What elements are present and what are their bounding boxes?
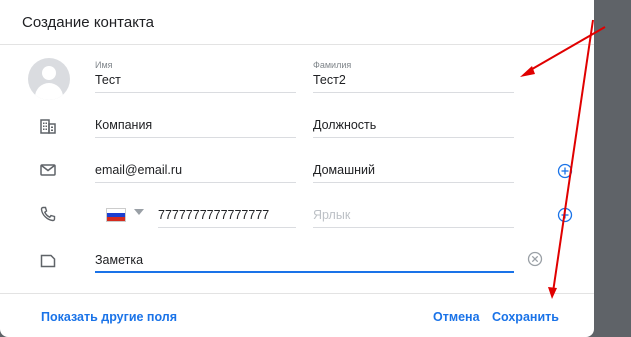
email-field[interactable]: email@email.ru — [95, 157, 296, 183]
phone-value[interactable]: 7777777777777777 — [158, 208, 269, 222]
phone-label-placeholder[interactable]: Ярлык — [313, 208, 350, 222]
company-field[interactable]: Компания — [95, 112, 296, 138]
note-icon — [40, 254, 56, 268]
mail-icon — [40, 164, 56, 176]
add-email-icon[interactable] — [557, 163, 573, 179]
create-contact-dialog: Создание контакта Имя Тест Фамилия Тест2… — [0, 0, 594, 337]
position-field[interactable]: Должность — [313, 112, 514, 138]
dialog-title: Создание контакта — [22, 14, 154, 31]
first-name-field[interactable]: Имя Тест — [95, 60, 296, 93]
clear-circle-icon[interactable] — [527, 251, 543, 267]
footer-divider — [0, 293, 594, 294]
header-divider — [0, 44, 594, 45]
company-value[interactable]: Компания — [95, 118, 152, 132]
cancel-button[interactable]: Отмена — [433, 310, 480, 324]
show-more-fields-link[interactable]: Показать другие поля — [41, 310, 177, 324]
email-type-field[interactable]: Домашний — [313, 157, 514, 183]
russia-flag-icon[interactable] — [106, 208, 126, 222]
save-button[interactable]: Сохранить — [492, 310, 559, 324]
note-field[interactable]: Заметка — [95, 247, 514, 273]
avatar-icon[interactable] — [28, 58, 70, 100]
last-name-label: Фамилия — [313, 60, 352, 70]
email-type-value[interactable]: Домашний — [313, 163, 375, 177]
note-value[interactable]: Заметка — [95, 253, 143, 267]
last-name-value[interactable]: Тест2 — [313, 73, 346, 87]
phone-icon — [40, 206, 56, 222]
building-icon — [40, 119, 56, 134]
country-dropdown-arrow-icon[interactable] — [134, 209, 144, 215]
first-name-label: Имя — [95, 60, 113, 70]
last-name-field[interactable]: Фамилия Тест2 — [313, 60, 514, 93]
position-value[interactable]: Должность — [313, 118, 376, 132]
first-name-value[interactable]: Тест — [95, 73, 121, 87]
email-value[interactable]: email@email.ru — [95, 163, 182, 177]
phone-label-field[interactable]: Ярлык — [313, 202, 514, 228]
add-phone-icon[interactable] — [557, 207, 573, 223]
phone-field[interactable]: 7777777777777777 — [158, 202, 296, 228]
